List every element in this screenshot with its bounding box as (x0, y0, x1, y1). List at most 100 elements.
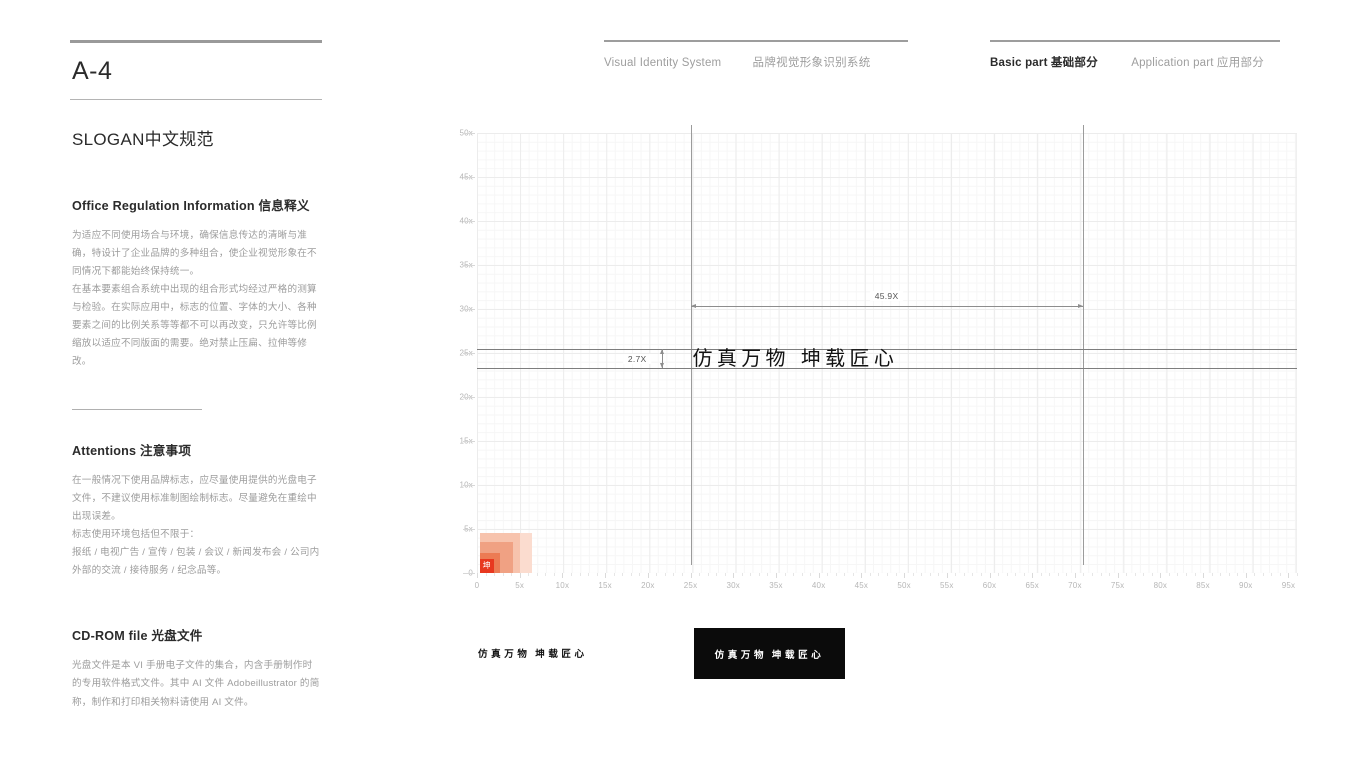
x-axis-tick (775, 573, 777, 578)
x-axis-tick (1040, 573, 1042, 576)
x-axis-tick (1015, 573, 1017, 576)
header-parts-group: Basic part 基础部分 Application part 应用部分 (990, 40, 1280, 70)
x-axis-tick (989, 573, 991, 578)
x-axis-tick (1100, 573, 1102, 576)
y-axis-tick (463, 529, 475, 530)
x-axis-tick (1057, 573, 1059, 576)
header-parts-labels: Basic part 基础部分 Application part 应用部分 (990, 42, 1280, 70)
x-axis-tick (784, 573, 786, 576)
slogan-specimen-dark-box: 仿真万物 坤载匠心 (694, 628, 845, 679)
x-axis-tick (827, 573, 829, 576)
page-code: A-4 (72, 57, 113, 85)
x-axis-tick (929, 573, 931, 576)
y-axis-tick (463, 397, 475, 398)
x-axis-tick (724, 573, 726, 576)
x-axis-tick (494, 573, 496, 576)
y-axis-tick (463, 133, 475, 134)
x-axis-tick (605, 573, 607, 578)
x-axis-tick-label: 75x (1110, 581, 1125, 590)
paragraph: 光盘文件是本 VI 手册电子文件的集合，内含手册制作时的专用软件格式文件。其中 … (72, 660, 320, 708)
dimension-label: 45.9X (869, 291, 904, 302)
dimension-line-vertical (659, 349, 664, 369)
x-axis-tick (511, 573, 513, 576)
header-system-cn: 品牌视觉形象识别系统 (752, 57, 871, 69)
x-axis-tick (536, 573, 538, 576)
header-system-en: Visual Identity System (604, 57, 722, 69)
header-system-labels: Visual Identity System 品牌视觉形象识别系统 (604, 42, 908, 70)
x-axis-tick (528, 573, 530, 576)
x-axis-tick (477, 573, 478, 578)
section-body: 在一般情况下使用品牌标志，应尽量使用提供的光盘电子文件，不建议使用标准制图绘制标… (70, 472, 322, 580)
tab-basic-part-cn[interactable]: 基础部分 (1051, 57, 1098, 69)
x-axis-tick-label: 15x (598, 581, 612, 590)
x-axis-tick (664, 573, 666, 576)
tab-basic-part-en[interactable]: Basic part (990, 57, 1048, 69)
x-axis-tick (1074, 573, 1076, 578)
section-body: 光盘文件是本 VI 手册电子文件的集合，内含手册制作时的专用软件格式文件。其中 … (70, 657, 322, 711)
left-info-panel: A-4 SLOGAN中文规范 Office Regulation Informa… (70, 40, 322, 712)
x-axis-tick (844, 573, 846, 576)
header-system-group: Visual Identity System 品牌视觉形象识别系统 (604, 40, 908, 70)
x-axis-tick (1237, 573, 1239, 576)
x-axis-tick (1006, 573, 1008, 576)
page-title: SLOGAN中文规范 (72, 130, 214, 149)
x-axis-tick (690, 573, 692, 578)
x-axis-tick-label: 80x (1153, 581, 1168, 590)
x-axis-tick (938, 573, 940, 576)
x-axis-tick (1023, 573, 1025, 576)
x-axis-tick (1177, 573, 1179, 576)
x-axis-tick (682, 573, 683, 576)
logo-layer-core: 坤 (479, 559, 494, 573)
x-axis-tick-label: 55x (940, 581, 954, 590)
x-axis-tick (613, 573, 615, 576)
dimension-label: 2.7X (622, 353, 652, 364)
section-cdrom-file: CD-ROM file 光盘文件 光盘文件是本 VI 手册电子文件的集合，内含手… (70, 580, 322, 711)
x-axis-tick (793, 573, 795, 576)
x-axis-tick (1134, 573, 1136, 576)
x-axis-tick (998, 573, 1000, 576)
section-heading: Attentions 注意事项 (72, 444, 192, 459)
vertical-guide-line (690, 125, 692, 565)
x-axis-tick (1168, 573, 1170, 576)
x-axis-tick (1220, 573, 1222, 576)
x-axis-tick (1083, 573, 1085, 576)
x-axis-tick (869, 573, 871, 576)
x-axis-tick-label: 70x (1068, 581, 1082, 590)
paragraph: 报纸 / 电视广告 / 宣传 / 包装 / 会议 / 新闻发布会 / 公司内外部… (72, 547, 320, 577)
x-axis-tick (716, 573, 718, 576)
section-office-regulation: Office Regulation Information 信息释义 为适应不同… (70, 150, 322, 371)
x-axis-tick (818, 573, 820, 578)
x-axis-tick (1271, 573, 1273, 576)
y-axis-tick (463, 485, 475, 486)
x-axis-tick (707, 573, 709, 576)
x-axis-tick (588, 573, 590, 576)
section-heading: Office Regulation Information 信息释义 (72, 199, 310, 213)
x-axis-tick (630, 573, 632, 576)
x-axis-tick (673, 573, 675, 576)
y-axis-tick (463, 177, 475, 178)
x-axis-tick (741, 573, 743, 576)
dimension-line-horizontal (690, 304, 1083, 309)
logo-glyph: 坤 (482, 561, 491, 570)
x-axis-tick (699, 573, 701, 576)
x-axis-tick (622, 573, 624, 576)
x-axis-tick (579, 573, 581, 576)
logo-mark: 坤 (479, 529, 532, 573)
y-axis-tick (463, 265, 475, 266)
section-body: 为适应不同使用场合与环境，确保信息传达的清晰与准确，特设计了企业品牌的多种组合，… (70, 227, 322, 371)
x-axis-tick (946, 573, 948, 578)
x-axis-tick (639, 573, 641, 576)
x-axis-tick (1126, 573, 1128, 576)
x-axis-tick-label: 40x (811, 581, 826, 590)
paragraph: 在基本要素组合系统中出现的组合形式均经过严格的测算与检验。在实际应用中，标志的位… (72, 284, 317, 368)
x-axis-tick (878, 573, 880, 576)
paragraph: 在一般情况下使用品牌标志，应尽量使用提供的光盘电子文件，不建议使用标准制图绘制标… (72, 475, 317, 523)
x-axis-tick (1228, 573, 1230, 576)
tab-application-part-en[interactable]: Application part (1131, 57, 1213, 69)
x-axis-tick (1288, 573, 1290, 578)
tab-application-part-cn[interactable]: 应用部分 (1217, 57, 1264, 69)
x-axis-tick-label: 5x (515, 581, 525, 590)
y-axis-tick (463, 573, 475, 574)
x-axis-tick-label: 45x (854, 581, 869, 590)
slogan-artwork: 仿真万物 坤载匠心 (692, 346, 899, 371)
